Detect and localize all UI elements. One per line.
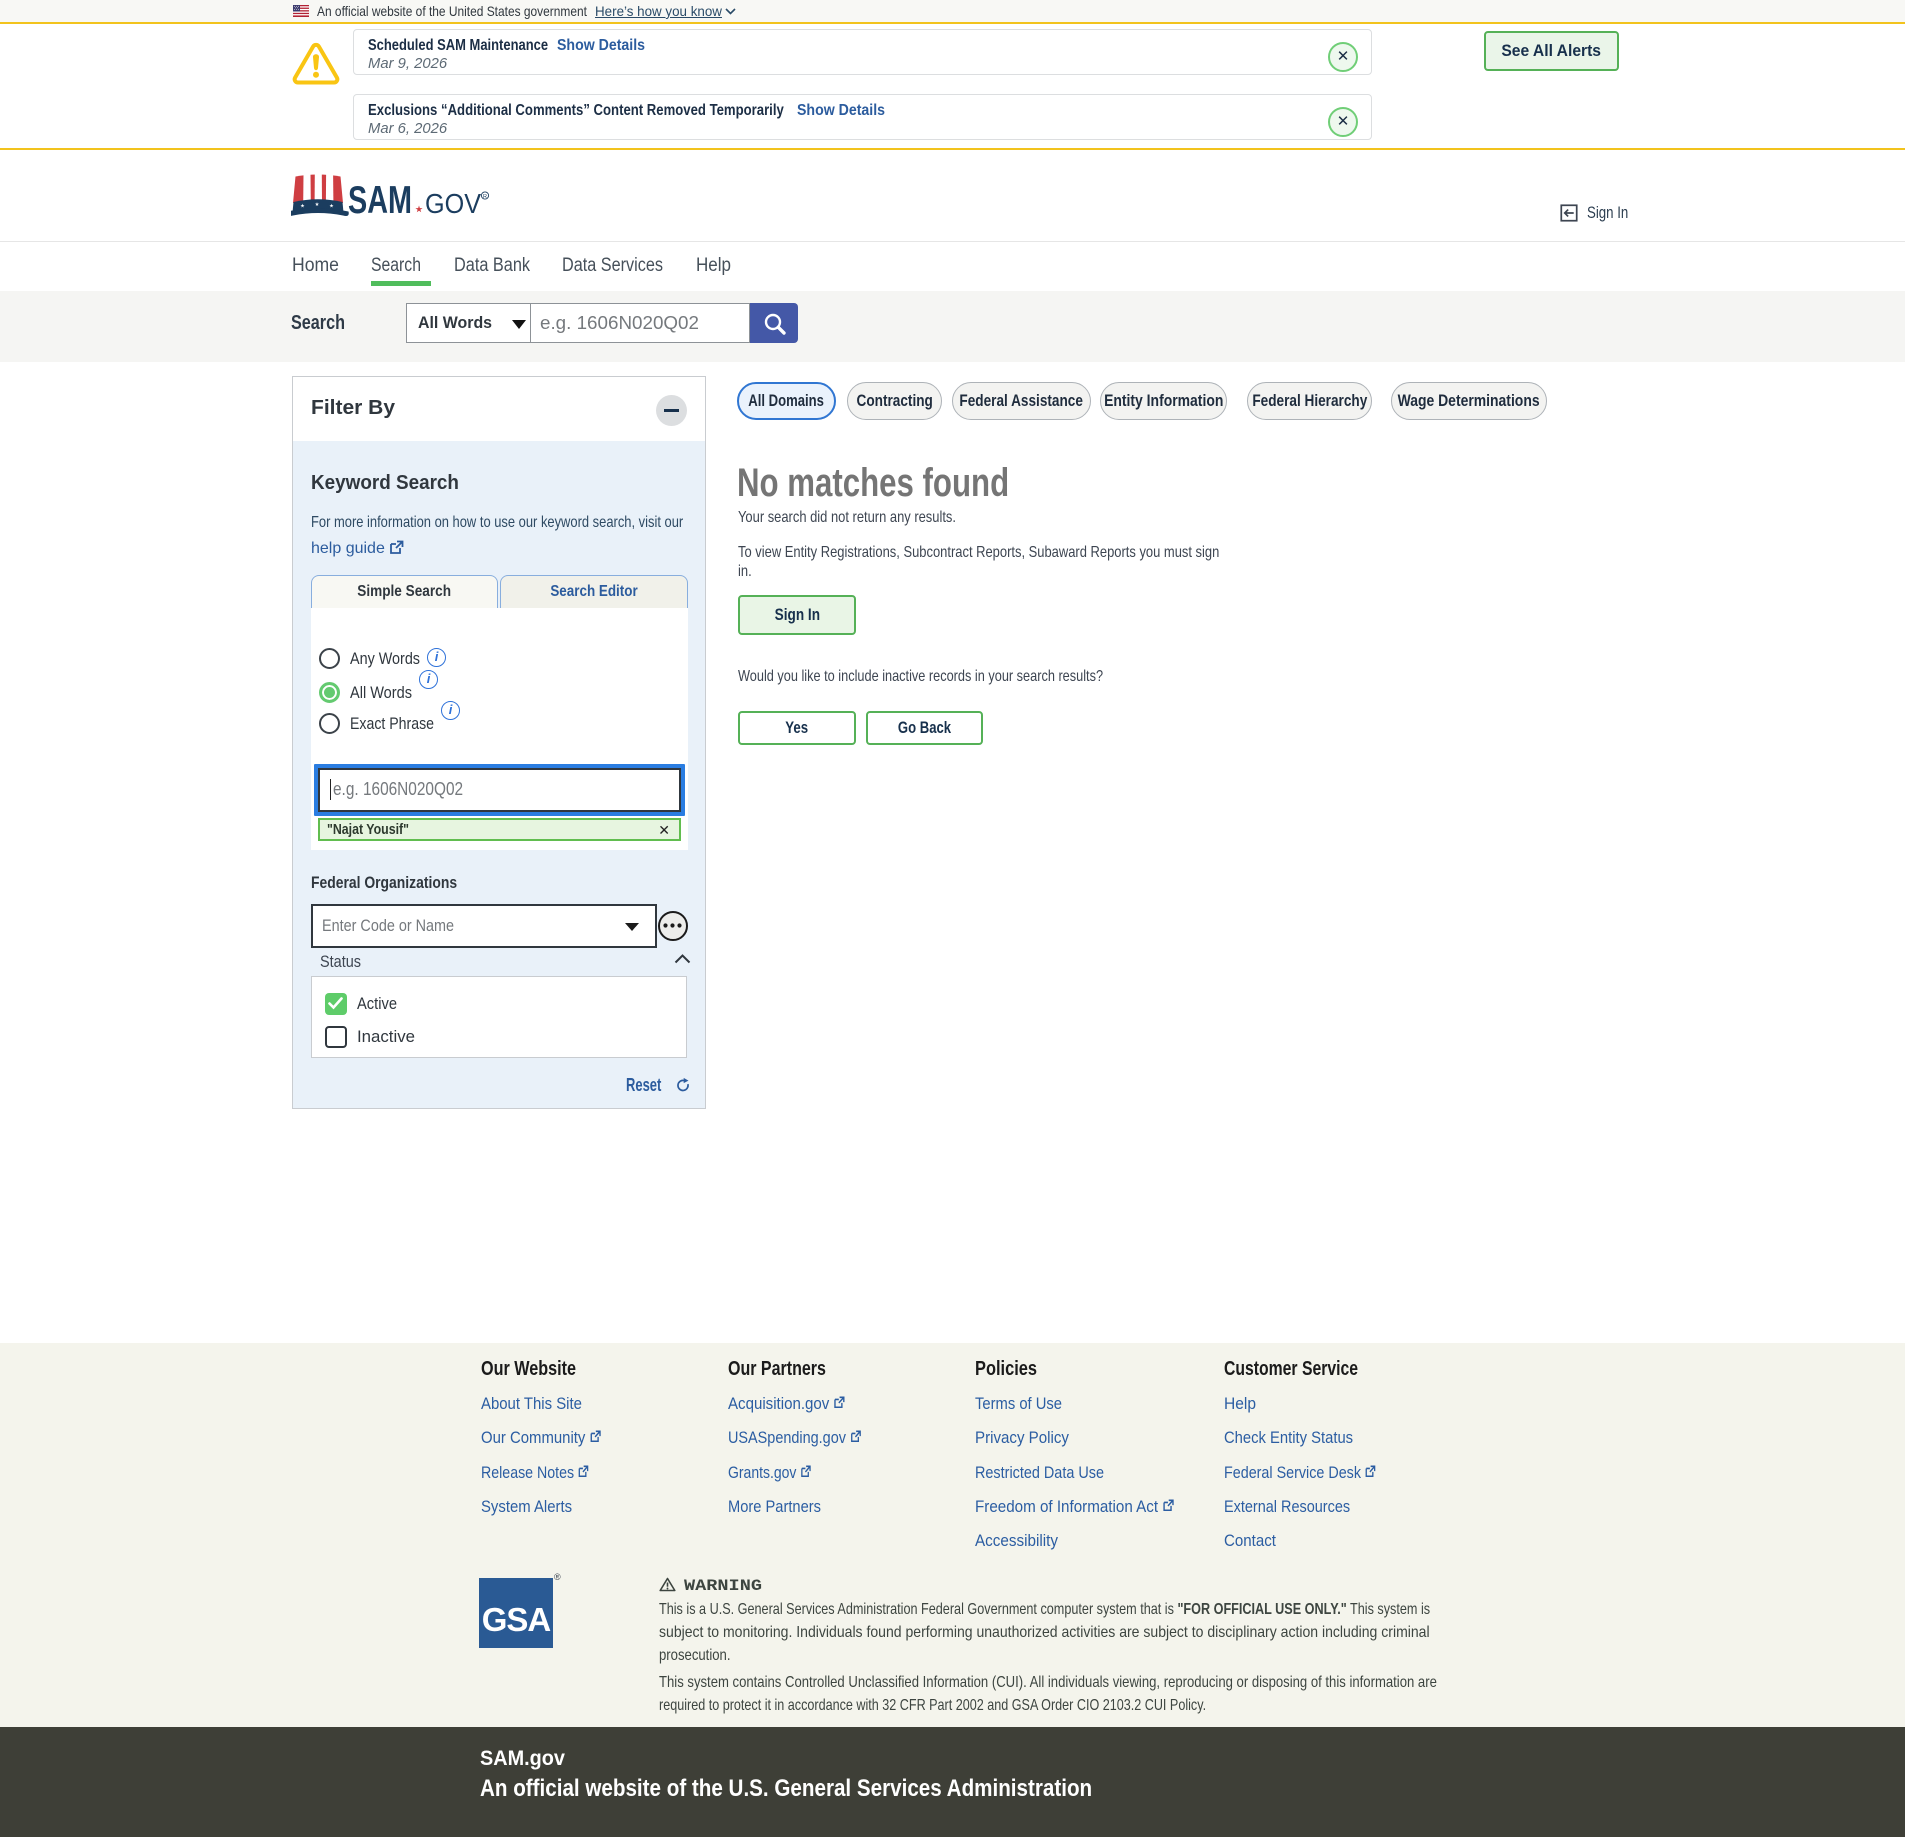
svg-text:SAM: SAM	[348, 179, 412, 222]
svg-text:R: R	[483, 194, 487, 200]
svg-text:GOV: GOV	[425, 188, 481, 219]
